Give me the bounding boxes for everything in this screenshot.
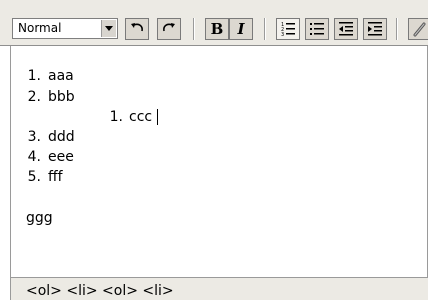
toolbar-separator [264, 18, 266, 40]
toolbar-separator [396, 18, 398, 40]
italic-label: I [237, 20, 245, 38]
outdent-icon [339, 22, 353, 36]
text-caret [157, 109, 158, 125]
editor-content-area[interactable]: 1. aaa 2. bbb 1. ccc 3. ddd 4. eee 5. ff… [10, 46, 428, 278]
list-item-text: fff [48, 169, 63, 185]
ordered-list-icon: 1 2 3 [281, 22, 295, 37]
list-item-number: 1. [27, 68, 41, 84]
status-bar: <ol> <li> <ol> <li> [10, 278, 428, 300]
block-format-value: Normal [18, 21, 62, 35]
element-path[interactable]: <ol> <li> <ol> <li> [26, 283, 174, 299]
paragraph: ggg [26, 210, 53, 226]
list-item-text: bbb [48, 89, 75, 105]
redo-button[interactable] [157, 18, 181, 40]
toolbar-separator [193, 18, 195, 40]
list-item-number: 1. [109, 109, 123, 125]
ordered-list-button[interactable]: 1 2 3 [276, 18, 300, 40]
rich-text-editor: Normal B I 1 2 3 1. aaa 2. bbb 1. ccc 3.… [0, 0, 428, 300]
list-item-text: eee [48, 149, 74, 165]
list-item-number: 3. [27, 129, 41, 145]
link-button[interactable] [408, 18, 428, 40]
indent-button[interactable] [363, 18, 387, 40]
svg-text:3: 3 [281, 32, 284, 37]
unordered-list-icon [310, 23, 324, 35]
list-item-text: ddd [48, 129, 75, 145]
block-format-select[interactable]: Normal [12, 18, 118, 39]
indent-icon [368, 22, 382, 36]
chevron-down-icon[interactable] [101, 20, 116, 37]
editor-toolbar: Normal B I 1 2 3 [0, 0, 428, 46]
list-item-number: 5. [27, 169, 41, 185]
list-item-text: aaa [48, 68, 74, 84]
bold-button[interactable]: B [205, 18, 229, 40]
italic-button[interactable]: I [229, 18, 253, 40]
unordered-list-button[interactable] [305, 18, 329, 40]
redo-icon [163, 23, 175, 32]
link-icon [413, 22, 426, 37]
list-item-text: ccc [129, 109, 153, 125]
outdent-button[interactable] [334, 18, 358, 40]
undo-button[interactable] [125, 18, 149, 40]
list-item-number: 4. [27, 149, 41, 165]
list-item-number: 2. [27, 89, 41, 105]
undo-icon [131, 23, 143, 32]
bold-label: B [210, 20, 224, 38]
